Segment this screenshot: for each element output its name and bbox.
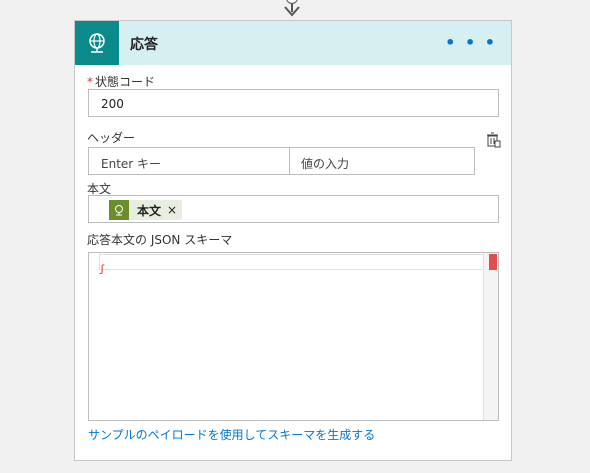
globe-token-icon [109, 200, 129, 220]
response-action-card: 応答 • • • * 状態コード 200 ヘッダー Enter キー 値の入力 本… [74, 20, 512, 461]
body-input[interactable]: 本文 × [88, 195, 499, 223]
editor-scroll-marker [489, 254, 497, 270]
status-code-label: * 状態コード [87, 75, 156, 89]
editor-current-line [99, 254, 484, 270]
schema-label: 応答本文の JSON スキーマ [87, 233, 233, 247]
editor-gutter [89, 253, 99, 420]
editor-cursor: ʃ [99, 264, 106, 275]
generate-schema-link[interactable]: サンプルのペイロードを使用してスキーマを生成する [88, 426, 375, 443]
status-code-value: 200 [101, 97, 124, 111]
card-title: 応答 [130, 37, 158, 53]
headers-row: Enter キー 値の入力 [88, 147, 475, 175]
arrow-down-icon [284, 6, 300, 17]
globe-network-icon [75, 21, 119, 65]
editor-scrollbar[interactable] [483, 253, 498, 420]
required-marker: * [87, 75, 93, 89]
card-header[interactable]: 応答 • • • [75, 21, 511, 65]
status-code-input[interactable]: 200 [88, 89, 499, 117]
header-value-input[interactable]: 値の入力 [301, 155, 349, 172]
schema-editor[interactable]: ʃ [88, 252, 499, 421]
body-dynamic-token[interactable]: 本文 × [109, 200, 183, 220]
headers-label: ヘッダー [87, 131, 136, 145]
more-options-icon[interactable]: • • • [445, 33, 497, 52]
header-key-input[interactable]: Enter キー [101, 155, 161, 172]
header-divider [289, 148, 290, 174]
body-token-label: 本文 [137, 203, 162, 218]
switch-to-text-mode-icon[interactable] [485, 132, 501, 148]
remove-token-icon[interactable]: × [167, 203, 182, 217]
